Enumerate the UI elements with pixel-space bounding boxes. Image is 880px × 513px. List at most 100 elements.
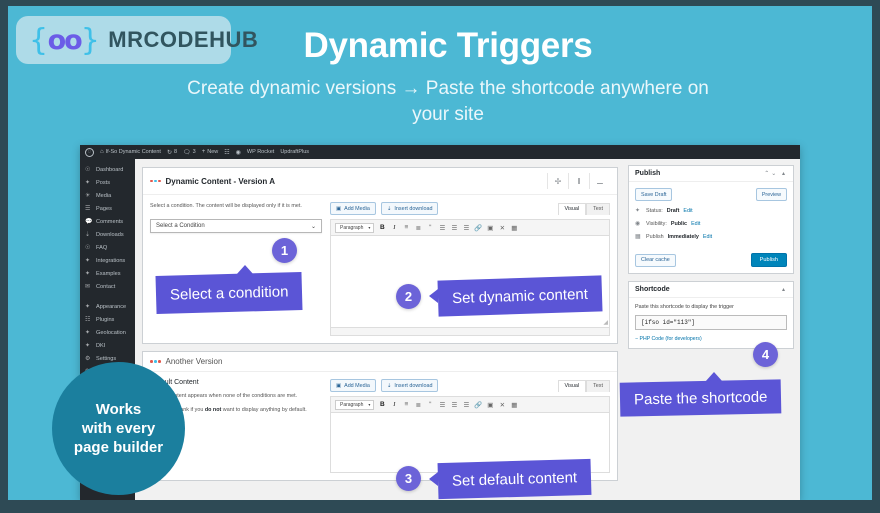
fullscreen-icon[interactable]: ✕	[498, 401, 506, 409]
dashboard-icon: ☉	[85, 167, 91, 173]
trash-icon[interactable]: ⚊	[589, 173, 610, 189]
sidebar-item-media[interactable]: ☀ Media	[80, 189, 135, 202]
drag-handle-icon[interactable]	[150, 360, 161, 363]
publish-button[interactable]: Publish	[750, 253, 787, 267]
align-left-icon[interactable]: ☰	[438, 401, 446, 409]
sidebar-item-pages[interactable]: ☰ Pages	[80, 202, 135, 215]
default-content-title: Default Content	[150, 379, 199, 386]
bulleted-list-icon[interactable]: ≡	[402, 224, 410, 231]
editor-b-media-row: ▣ Add Media ⇣ Insert download Visual Tex…	[330, 379, 610, 392]
sidebar-item-faq[interactable]: ☉ FAQ	[80, 241, 135, 254]
tab-visual[interactable]: Visual	[557, 379, 587, 392]
sidebar-item-contact[interactable]: ✉ Contact	[80, 280, 135, 293]
link-icon[interactable]: 🔗	[474, 401, 482, 409]
insert-download-label: Insert download	[394, 205, 433, 212]
brace-close-icon: }	[80, 22, 100, 58]
sidebar-item-appearance[interactable]: ✦ Appearance	[80, 300, 135, 313]
sidebar-item-comments[interactable]: 💬 Comments	[80, 215, 135, 228]
schedule-edit-link[interactable]: Edit	[703, 234, 712, 240]
logo-glyph: {oo}	[29, 22, 100, 58]
wordpress-icon[interactable]: ◌	[85, 147, 94, 157]
condition-select[interactable]: Select a Condition ⌄	[150, 219, 322, 234]
duplicate-icon[interactable]: ‖	[568, 173, 589, 189]
align-right-icon[interactable]: ☰	[462, 401, 470, 409]
toolbar-toggle-icon[interactable]: ▦	[510, 224, 518, 232]
comments-item[interactable]: 🗨 3	[183, 149, 196, 156]
toolbar-toggle-icon[interactable]: ▦	[510, 401, 518, 409]
sidebar-item-plugins[interactable]: ☷ Plugins	[80, 313, 135, 326]
resize-handle-icon[interactable]: ◢	[603, 319, 608, 326]
status-edit-link[interactable]: Edit	[683, 208, 692, 214]
tab-text[interactable]: Text	[586, 202, 610, 215]
works-with-every-page-builder-badge: Works with every page builder	[52, 362, 185, 495]
blockquote-icon[interactable]: “	[426, 401, 434, 408]
add-media-button[interactable]: ▣ Add Media	[330, 379, 376, 392]
paragraph-select[interactable]: Paragraph	[335, 399, 375, 410]
eye-icon: ◉	[635, 221, 641, 227]
align-right-icon[interactable]: ☰	[462, 224, 470, 232]
publish-top-actions: Save Draft Preview	[635, 188, 787, 201]
poster-canvas: {oo} MRCODEHUB Dynamic Triggers Create d…	[8, 6, 872, 500]
sidebar-item-downloads[interactable]: ⇣ Downloads	[80, 228, 135, 241]
align-left-icon[interactable]: ☰	[438, 224, 446, 232]
chevron-down-icon: ⌄	[310, 223, 316, 230]
insert-download-button[interactable]: ⇣ Insert download	[380, 202, 439, 215]
numbered-list-icon[interactable]: ≣	[414, 224, 422, 232]
add-media-button[interactable]: ▣ Add Media	[330, 202, 376, 215]
pin-icon: ✦	[85, 180, 91, 186]
adminbar-item-updraftplus[interactable]: UpdraftPlus	[280, 149, 309, 155]
new-label: New	[207, 149, 219, 155]
visibility-row: ◉ Visibility: Public Edit	[635, 220, 787, 228]
sidebar-item-geolocation[interactable]: ✦ Geolocation	[80, 326, 135, 339]
condition-select-value: Select a Condition	[156, 223, 205, 230]
sidebar-item-dki[interactable]: ✦ DKI	[80, 339, 135, 352]
bold-icon[interactable]: B	[378, 401, 386, 408]
shortcode-hint: Paste this shortcode to display the trig…	[635, 304, 734, 310]
updates-item[interactable]: ↻ 8	[167, 149, 177, 156]
paragraph-select[interactable]: Paragraph	[335, 222, 375, 233]
blockquote-icon[interactable]: “	[426, 224, 434, 231]
dot-icon[interactable]: ◉	[236, 149, 241, 156]
plugin-icon[interactable]: ☷	[224, 149, 229, 156]
bulleted-list-icon[interactable]: ≡	[402, 401, 410, 408]
sidebar-item-posts[interactable]: ✦ Posts	[80, 176, 135, 189]
publish-footer: Clear cache Publish	[635, 247, 787, 267]
editor-a-media-row: ▣ Add Media ⇣ Insert download Visual Tex…	[330, 202, 610, 215]
collapse-icons[interactable]: ⌃⌄ ▴	[764, 170, 787, 177]
numbered-list-icon[interactable]: ≣	[414, 401, 422, 409]
align-center-icon[interactable]: ☰	[450, 224, 458, 232]
insert-download-button[interactable]: ⇣ Insert download	[380, 379, 439, 392]
tab-text[interactable]: Text	[586, 379, 610, 392]
editor-a-toolbar: Paragraph B I ≡ ≣ “ ☰ ☰ ☰ 🔗	[330, 219, 610, 236]
fullscreen-icon[interactable]: ✕	[498, 224, 506, 232]
preview-button[interactable]: Preview	[755, 188, 787, 201]
shortcode-value[interactable]: [ifso id="113"]	[635, 315, 787, 330]
sidebar-item-label: Integrations	[96, 257, 126, 264]
site-name-item[interactable]: ⌂ If-So Dynamic Content	[100, 149, 161, 155]
editor-a-tabs: Visual Text	[557, 202, 610, 215]
read-more-icon[interactable]: ▣	[486, 401, 494, 409]
drag-handle-icon[interactable]	[150, 179, 161, 183]
visibility-edit-link[interactable]: Edit	[691, 221, 700, 227]
wordpress-screenshot: ◌ ⌂ If-So Dynamic Content ↻ 8 🗨 3 + New …	[80, 145, 800, 500]
align-center-icon[interactable]: ☰	[450, 401, 458, 409]
sidebar-item-examples[interactable]: ✦ Examples	[80, 267, 135, 280]
chevron-up-icon[interactable]: ▴	[782, 286, 787, 293]
page-title: Dynamic Triggers	[303, 26, 593, 65]
clear-cache-button[interactable]: Clear cache	[635, 253, 676, 267]
version-a-actions: ✢ ‖ ⚊	[547, 173, 610, 189]
new-item[interactable]: + New	[202, 149, 219, 155]
save-draft-button[interactable]: Save Draft	[635, 188, 673, 201]
bold-icon[interactable]: B	[378, 224, 386, 231]
link-icon[interactable]: 🔗	[474, 224, 482, 232]
italic-icon[interactable]: I	[390, 401, 398, 408]
move-icon[interactable]: ✢	[547, 173, 568, 189]
media-icon: ☀	[85, 193, 91, 199]
tab-visual[interactable]: Visual	[557, 202, 587, 215]
adminbar-item-wp-rocket[interactable]: WP Rocket	[247, 149, 274, 155]
plus-icon: +	[201, 149, 206, 155]
sidebar-item-dashboard[interactable]: ☉ Dashboard	[80, 163, 135, 176]
sidebar-item-integrations[interactable]: ✦ Integrations	[80, 254, 135, 267]
italic-icon[interactable]: I	[390, 224, 398, 231]
read-more-icon[interactable]: ▣	[486, 224, 494, 232]
